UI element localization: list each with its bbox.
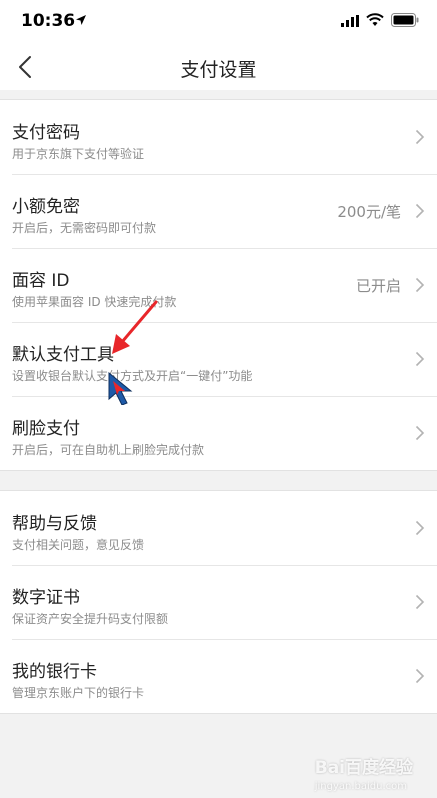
row-my-bank-cards[interactable]: 我的银行卡 管理京东账户下的银行卡 [0,639,437,713]
location-arrow-icon [76,15,86,25]
row-digital-certificate[interactable]: 数字证书 保证资产安全提升码支付限额 [0,565,437,639]
settings-group-support: 帮助与反馈 支付相关问题，意见反馈 数字证书 保证资产安全提升码支付限额 我的银… [0,490,437,714]
cellular-signal-icon [341,15,359,27]
row-default-payment-tool[interactable]: 默认支付工具 设置收银台默认支付方式及开启“一键付”功能 [0,322,437,396]
chevron-right-icon [415,351,425,367]
wifi-icon [366,13,384,26]
row-subtitle: 管理京东账户下的银行卡 [12,686,145,700]
chevron-right-icon [415,425,425,441]
row-title: 面容 ID [12,271,70,291]
row-subtitle: 开启后，可在自助机上刷脸完成付款 [12,443,205,457]
row-face-payment[interactable]: 刷脸支付 开启后，可在自助机上刷脸完成付款 [0,396,437,470]
chevron-right-icon [415,277,425,293]
settings-group-payment: 支付密码 用于京东旗下支付等验证 小额免密 开启后，无需密码即可付款 200元/… [0,99,437,471]
row-subtitle: 保证资产安全提升码支付限额 [12,612,169,626]
row-small-amount-no-password[interactable]: 小额免密 开启后，无需密码即可付款 200元/笔 [0,174,437,248]
battery-icon [391,13,419,27]
row-payment-password[interactable]: 支付密码 用于京东旗下支付等验证 [0,100,437,174]
row-subtitle: 开启后，无需密码即可付款 [12,221,157,235]
chevron-right-icon [415,129,425,145]
row-value: 200元/笔 [337,203,401,221]
row-help-feedback[interactable]: 帮助与反馈 支付相关问题，意见反馈 [0,491,437,565]
mouse-cursor-icon [108,371,133,405]
status-time: 10:36 [21,11,76,31]
page-title: 支付设置 [180,59,257,81]
row-title: 默认支付工具 [12,345,114,365]
watermark-logo: Bai百度经验 [314,758,413,778]
nav-bar: 支付设置 [0,44,437,90]
row-face-id[interactable]: 面容 ID 使用苹果面容 ID 快速完成付款 已开启 [0,248,437,322]
row-title: 刷脸支付 [12,419,80,439]
row-subtitle: 用于京东旗下支付等验证 [12,147,145,161]
chevron-right-icon [415,520,425,536]
red-annotation-arrow-icon [112,300,158,354]
row-title: 数字证书 [12,588,80,608]
chevron-right-icon [415,594,425,610]
chevron-right-icon [415,668,425,684]
status-bar: 10:36 [0,0,437,44]
chevron-right-icon [415,203,425,219]
row-title: 支付密码 [12,123,80,143]
row-title: 小额免密 [12,197,80,217]
row-title: 帮助与反馈 [12,514,97,534]
row-value: 已开启 [355,277,401,295]
watermark-url: jingyan.baidu.com [314,781,407,792]
row-title: 我的银行卡 [12,662,97,682]
row-subtitle: 支付相关问题，意见反馈 [12,538,145,552]
